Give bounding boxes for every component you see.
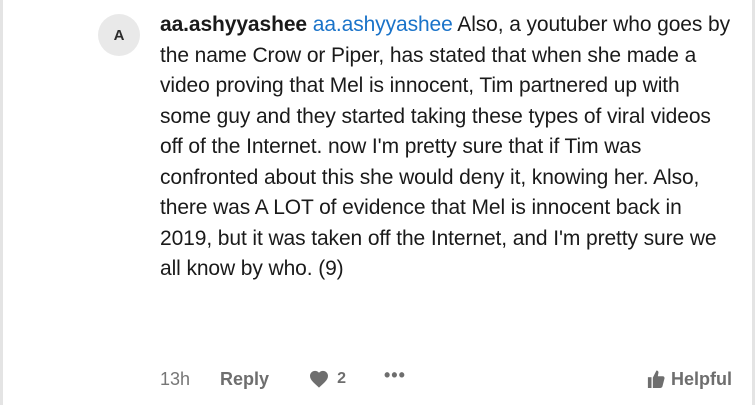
comment-timestamp: 13h xyxy=(160,368,191,389)
like-button[interactable]: 2 xyxy=(309,370,346,388)
comment-actions: 13h Reply 2 ••• Helpful xyxy=(160,364,732,394)
helpful-button[interactable]: Helpful xyxy=(647,369,732,390)
like-count: 2 xyxy=(337,370,346,387)
more-options-icon[interactable]: ••• xyxy=(384,366,406,384)
reply-button[interactable]: Reply xyxy=(220,369,269,390)
comment-body: aa.ashyyashee aa.ashyyashee Also, a yout… xyxy=(160,10,732,285)
helpful-label: Helpful xyxy=(671,368,732,389)
avatar-initial: A xyxy=(113,26,125,44)
comment-text: Also, a youtuber who goes by the name Cr… xyxy=(160,13,730,280)
comment-mention[interactable]: aa.ashyyashee xyxy=(313,13,453,36)
avatar[interactable]: A xyxy=(98,14,140,56)
thumbs-up-icon xyxy=(647,370,665,388)
comment-username[interactable]: aa.ashyyashee xyxy=(160,13,307,36)
frame-edge-left xyxy=(0,0,3,405)
heart-icon xyxy=(310,370,329,388)
